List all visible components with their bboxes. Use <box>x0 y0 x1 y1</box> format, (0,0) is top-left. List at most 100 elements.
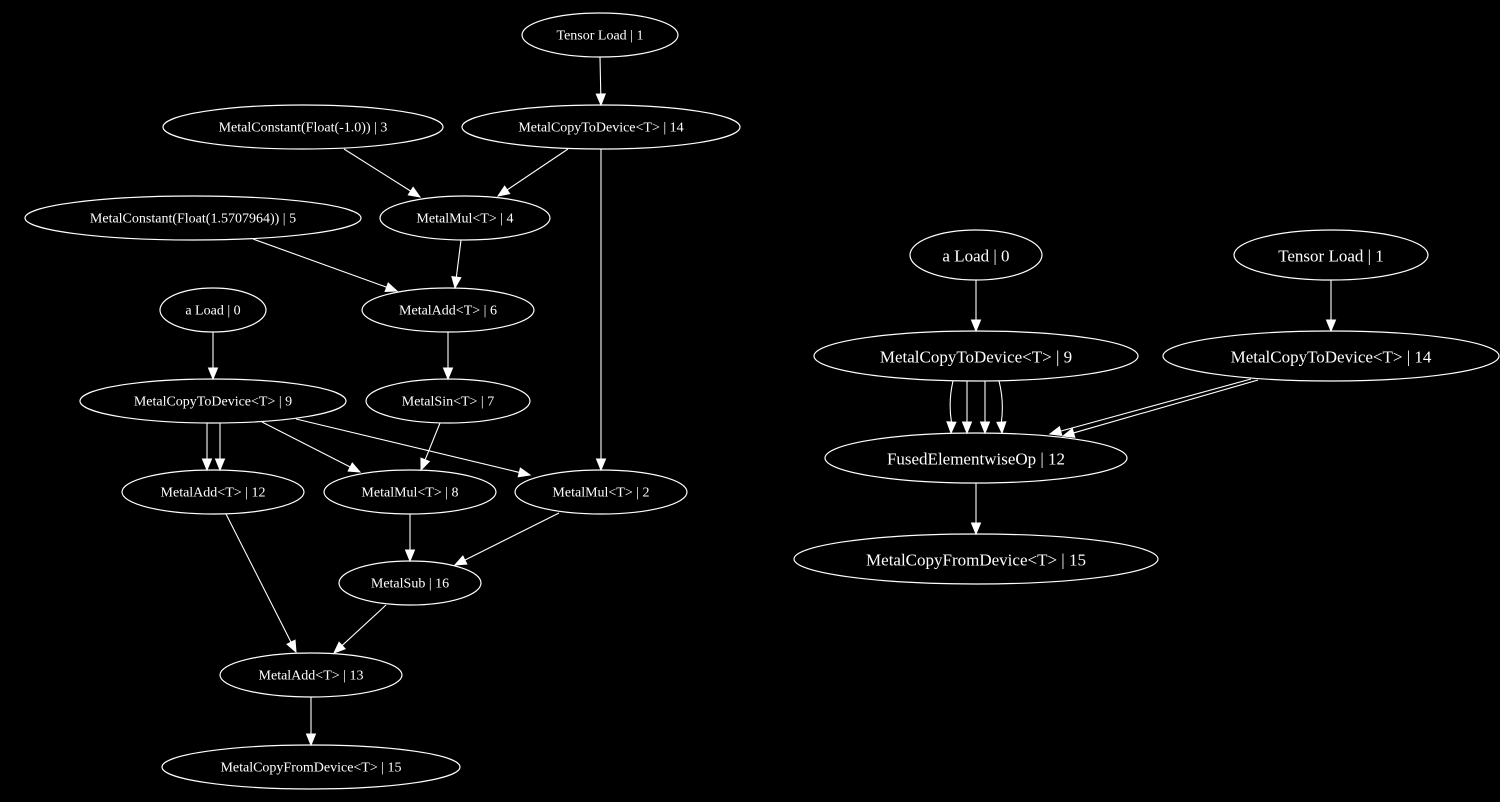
graph-fused: a Load | 0 Tensor Load | 1 MetalCopyToDevi… <box>793 229 1500 585</box>
edge-r14-to-r12 <box>1061 379 1259 438</box>
arrowhead-icon <box>384 282 399 293</box>
node-metalcopytodevice-t-9[interactable]: MetalCopyToDevice<T> | 9 <box>813 330 1139 382</box>
arrowhead-icon <box>451 275 462 290</box>
edge-l0-to-l9 <box>207 332 219 381</box>
edge-line <box>1060 378 1252 432</box>
node-label: MetalSin<T> | 7 <box>402 395 494 410</box>
arrowhead-icon <box>1048 425 1063 437</box>
node-label: MetalCopyToDevice<T> | 14 <box>518 121 683 136</box>
arrowhead-icon <box>996 421 1007 435</box>
edge-line <box>252 238 387 288</box>
edge-r9-to-r12 <box>961 381 973 435</box>
node-metalcopytodevice-t-9[interactable]: MetalCopyToDevice<T> | 9 <box>79 378 347 424</box>
edge-line <box>455 239 462 278</box>
node-metalmul-t-4[interactable]: MetalMul<T> | 4 <box>379 195 551 241</box>
edge-l9-to-l12 <box>214 423 226 472</box>
edge-r1-to-r14 <box>1325 280 1337 333</box>
node-metaladd-t-13[interactable]: MetalAdd<T> | 13 <box>219 652 403 698</box>
node-label: MetalAdd<T> | 6 <box>399 304 497 319</box>
node-label: MetalCopyToDevice<T> | 9 <box>134 395 292 410</box>
edge-l14-to-l4 <box>496 148 569 197</box>
node-fusedelementwiseop-12[interactable]: FusedElementwiseOp | 12 <box>824 432 1128 484</box>
node-metaladd-t-12[interactable]: MetalAdd<T> | 12 <box>121 469 305 515</box>
arrowhead-icon <box>207 367 219 381</box>
node-label: MetalAdd<T> | 12 <box>161 486 266 501</box>
arrowhead-icon <box>946 421 957 435</box>
node-a-load-0[interactable]: a Load | 0 <box>159 287 267 333</box>
node-label: MetalMul<T> | 2 <box>552 486 649 501</box>
arrowhead-icon <box>286 639 297 654</box>
node-tensor-load-1[interactable]: Tensor Load | 1 <box>521 12 679 58</box>
arrowhead-icon <box>595 93 607 107</box>
edges-layer <box>201 56 1337 747</box>
edge-l9-to-l2 <box>295 418 532 478</box>
node-a-load-0[interactable]: a Load | 0 <box>909 229 1043 281</box>
node-label: MetalAdd<T> | 13 <box>259 669 364 684</box>
edge-l9-to-l8 <box>261 421 362 473</box>
edge-r0-to-r9 <box>970 280 982 333</box>
arrowhead-icon <box>595 458 607 472</box>
arrowhead-icon <box>517 467 532 478</box>
node-label: MetalConstant(Float(-1.0)) | 3 <box>219 121 388 136</box>
node-metalconstant-float-1-0-3[interactable]: MetalConstant(Float(-1.0)) | 3 <box>162 104 444 150</box>
edge-l1-to-l14 <box>595 56 607 107</box>
node-metalcopyfromdevice-t-15[interactable]: MetalCopyFromDevice<T> | 15 <box>161 744 461 790</box>
node-label: a Load | 0 <box>942 247 1009 266</box>
edge-line <box>341 604 387 646</box>
edge-r14-to-r12 <box>1048 378 1252 437</box>
node-label: MetalCopyToDevice<T> | 9 <box>880 348 1072 367</box>
edge-l14-to-l2 <box>595 149 607 472</box>
node-label: MetalCopyToDevice<T> | 14 <box>1231 348 1432 367</box>
edge-l16-to-l13 <box>333 604 387 654</box>
edge-line <box>599 56 602 95</box>
node-metalsin-t-7[interactable]: MetalSin<T> | 7 <box>365 378 531 424</box>
arrowhead-icon <box>961 421 973 435</box>
arrowhead-icon <box>442 367 454 381</box>
arrowhead-icon <box>496 185 511 197</box>
node-label: FusedElementwiseOp | 12 <box>887 450 1065 469</box>
arrowhead-icon <box>970 522 982 536</box>
edge-r12-to-r15 <box>970 483 982 536</box>
edge-l3-to-l4 <box>343 148 422 198</box>
node-metalcopytodevice-t-14[interactable]: MetalCopyToDevice<T> | 14 <box>1162 330 1500 382</box>
edge-line <box>225 513 292 643</box>
edge-line <box>949 380 954 423</box>
edge-l8-to-l16 <box>404 514 416 563</box>
edge-r9-to-r12 <box>946 380 957 435</box>
edge-line <box>343 148 411 192</box>
node-metalmul-t-2[interactable]: MetalMul<T> | 2 <box>514 469 688 515</box>
edge-l12-to-l13 <box>225 513 297 654</box>
edge-line <box>424 422 441 461</box>
arrowhead-icon <box>305 733 317 747</box>
node-metalconstant-float-1-5707964-5[interactable]: MetalConstant(Float(1.5707964)) | 5 <box>24 195 362 241</box>
edge-l6-to-l7 <box>442 332 454 381</box>
edge-line <box>464 512 560 561</box>
arrowhead-icon <box>453 555 468 566</box>
edge-l4-to-l6 <box>451 239 462 290</box>
node-label: MetalMul<T> | 4 <box>416 212 513 227</box>
node-label: Tensor Load | 1 <box>557 29 644 44</box>
edge-r9-to-r12 <box>996 380 1007 435</box>
node-label: Tensor Load | 1 <box>1278 247 1384 266</box>
node-metalsub-16[interactable]: MetalSub | 16 <box>338 560 482 606</box>
node-label: MetalConstant(Float(1.5707964)) | 5 <box>90 212 296 227</box>
edge-l9-to-l12 <box>201 423 213 472</box>
node-tensor-load-1[interactable]: Tensor Load | 1 <box>1233 229 1429 281</box>
edge-line <box>295 418 520 473</box>
node-metalcopytodevice-t-14[interactable]: MetalCopyToDevice<T> | 14 <box>461 104 741 150</box>
arrowhead-icon <box>970 319 982 333</box>
arrowhead-icon <box>347 462 362 473</box>
arrowhead-icon <box>214 458 226 472</box>
arrowhead-icon <box>420 457 431 472</box>
node-label: MetalSub | 16 <box>371 577 449 592</box>
node-metalmul-t-8[interactable]: MetalMul<T> | 8 <box>323 469 497 515</box>
node-label: MetalCopyFromDevice<T> | 15 <box>220 761 401 776</box>
edge-line <box>506 148 569 191</box>
node-metaladd-t-6[interactable]: MetalAdd<T> | 6 <box>361 287 535 333</box>
node-label: MetalCopyFromDevice<T> | 15 <box>866 551 1086 570</box>
arrowhead-icon <box>979 421 991 435</box>
node-metalcopyfromdevice-t-15[interactable]: MetalCopyFromDevice<T> | 15 <box>793 533 1159 585</box>
edge-line <box>1073 379 1259 434</box>
edge-r9-to-r12 <box>979 381 991 435</box>
graph-unfused: Tensor Load | 1 MetalCopyToDevice<T> | 14… <box>24 12 741 790</box>
